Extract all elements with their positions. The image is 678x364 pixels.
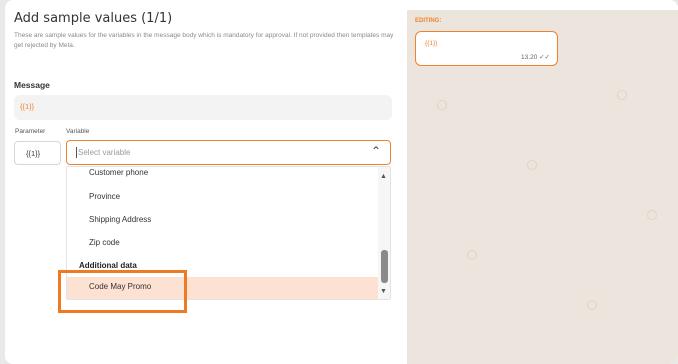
variable-select[interactable]: Select variable ⌃ [66, 140, 391, 165]
bubble-timestamp: 13.20 ✓✓ [521, 54, 550, 61]
text-cursor [76, 147, 77, 158]
dropdown-item-zip-code[interactable]: Zip code [89, 238, 120, 247]
sample-values-modal: Add sample values (1/1) These are sample… [5, 0, 678, 364]
modal-description: These are sample values for the variable… [14, 32, 394, 49]
chevron-up-icon[interactable]: ⌃ [371, 144, 381, 158]
wallpaper-pattern [587, 300, 597, 310]
editing-label: EDITING: [415, 18, 442, 24]
message-variable: {{1}} [20, 102, 35, 111]
parameter-field: {{1}} [14, 141, 61, 165]
wallpaper-pattern [467, 250, 477, 260]
wallpaper-pattern [437, 100, 447, 110]
dropdown-group-additional-data: Additional data [79, 261, 137, 270]
message-label: Message [14, 80, 50, 90]
parameter-value: {{1}} [26, 149, 41, 158]
parameter-label: Parameter [15, 128, 46, 135]
variable-select-placeholder: Select variable [78, 148, 131, 157]
wallpaper-pattern [647, 210, 657, 220]
wallpaper-pattern [617, 90, 627, 100]
dropdown-item-shipping-address[interactable]: Shipping Address [89, 215, 151, 224]
modal-title: Add sample values (1/1) [14, 11, 173, 26]
wallpaper-pattern [527, 160, 537, 170]
variable-label: Variable [66, 128, 90, 135]
dropdown-scrollbar[interactable]: ▲ ▼ [378, 167, 390, 299]
scroll-up-arrow-icon[interactable]: ▲ [380, 173, 387, 180]
preview-panel: EDITING: {{1}} 13.20 ✓✓ [407, 10, 678, 364]
scroll-down-arrow-icon[interactable]: ▼ [380, 288, 387, 295]
dropdown-item-customer-phone[interactable]: Customer phone [89, 168, 148, 177]
dropdown-item-province[interactable]: Province [89, 192, 120, 201]
scrollbar-thumb[interactable] [381, 250, 388, 283]
message-box: {{1}} [14, 95, 392, 120]
bubble-variable: {{1}} [425, 40, 438, 47]
message-preview-bubble: {{1}} 13.20 ✓✓ [415, 31, 558, 66]
highlight-box [58, 270, 187, 313]
